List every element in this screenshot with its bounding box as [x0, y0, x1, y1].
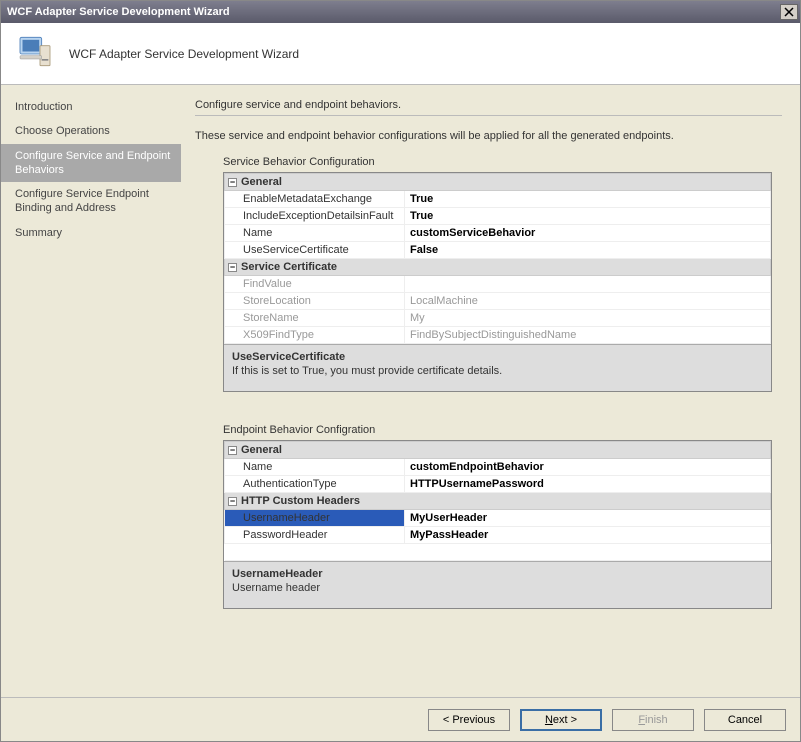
- prop-enable-metadata[interactable]: EnableMetadataExchangeTrue: [225, 191, 771, 208]
- prop-store-location[interactable]: StoreLocationLocalMachine: [225, 293, 771, 310]
- prop-store-name[interactable]: StoreNameMy: [225, 310, 771, 327]
- collapse-icon[interactable]: −: [228, 263, 237, 272]
- endpoint-behavior-label: Endpoint Behavior Configration: [223, 424, 782, 436]
- service-behavior-label: Service Behavior Configuration: [223, 156, 782, 168]
- sidebar-item-configure-binding[interactable]: Configure Service Endpoint Binding and A…: [1, 182, 181, 221]
- wizard-header: WCF Adapter Service Development Wizard: [1, 23, 800, 85]
- prop-use-service-cert[interactable]: UseServiceCertificateFalse: [225, 242, 771, 259]
- desc-text: Username header: [232, 582, 763, 594]
- sidebar-item-summary[interactable]: Summary: [1, 221, 181, 245]
- endpoint-behavior-grid[interactable]: −General NamecustomEndpointBehavior Auth…: [223, 440, 772, 609]
- prop-find-value[interactable]: FindValue: [225, 276, 771, 293]
- service-behavior-grid[interactable]: −General EnableMetadataExchangeTrue Incl…: [223, 172, 772, 392]
- sidebar-item-choose-operations[interactable]: Choose Operations: [1, 119, 181, 143]
- window-title: WCF Adapter Service Development Wizard: [7, 6, 230, 18]
- prop-ep-name[interactable]: NamecustomEndpointBehavior: [225, 459, 771, 476]
- service-description-panel: UseServiceCertificate If this is set to …: [224, 344, 771, 391]
- prop-username-header[interactable]: UsernameHeaderMyUserHeader: [225, 510, 771, 527]
- computer-icon: [15, 34, 55, 74]
- endpoint-description-panel: UsernameHeader Username header: [224, 561, 771, 608]
- desc-title: UseServiceCertificate: [232, 351, 763, 363]
- collapse-icon[interactable]: −: [228, 446, 237, 455]
- sidebar-item-introduction[interactable]: Introduction: [1, 95, 181, 119]
- wizard-footer: < Previous Next > Finish Cancel: [1, 697, 800, 741]
- collapse-icon[interactable]: −: [228, 497, 237, 506]
- category-http-headers[interactable]: −HTTP Custom Headers: [225, 493, 771, 510]
- page-heading: Configure service and endpoint behaviors…: [195, 99, 782, 111]
- wizard-main: Configure service and endpoint behaviors…: [181, 85, 800, 697]
- prop-x509-find-type[interactable]: X509FindTypeFindBySubjectDistinguishedNa…: [225, 327, 771, 344]
- wizard-sidebar: Introduction Choose Operations Configure…: [1, 85, 181, 697]
- sidebar-item-configure-behaviors[interactable]: Configure Service and Endpoint Behaviors: [1, 144, 181, 183]
- close-icon: [784, 7, 794, 17]
- next-button[interactable]: Next >: [520, 709, 602, 731]
- category-general[interactable]: −General: [225, 174, 771, 191]
- finish-button: Finish: [612, 709, 694, 731]
- prop-auth-type[interactable]: AuthenticationTypeHTTPUsernamePassword: [225, 476, 771, 493]
- divider: [195, 115, 782, 116]
- header-title: WCF Adapter Service Development Wizard: [69, 47, 299, 61]
- previous-button[interactable]: < Previous: [428, 709, 510, 731]
- close-button[interactable]: [780, 4, 798, 20]
- cancel-button[interactable]: Cancel: [704, 709, 786, 731]
- collapse-icon[interactable]: −: [228, 178, 237, 187]
- category-general-ep[interactable]: −General: [225, 442, 771, 459]
- category-service-certificate[interactable]: −Service Certificate: [225, 259, 771, 276]
- prop-password-header[interactable]: PasswordHeaderMyPassHeader: [225, 527, 771, 544]
- page-description: These service and endpoint behavior conf…: [195, 130, 782, 142]
- title-bar[interactable]: WCF Adapter Service Development Wizard: [1, 1, 800, 23]
- prop-include-exception[interactable]: IncludeExceptionDetailsinFaultTrue: [225, 208, 771, 225]
- desc-text: If this is set to True, you must provide…: [232, 365, 763, 377]
- desc-title: UsernameHeader: [232, 568, 763, 580]
- prop-name[interactable]: NamecustomServiceBehavior: [225, 225, 771, 242]
